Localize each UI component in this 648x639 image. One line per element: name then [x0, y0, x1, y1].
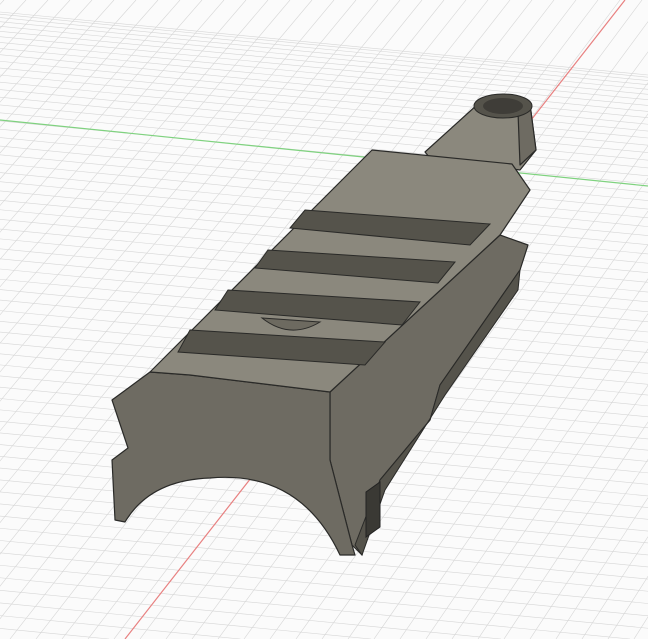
tube-bore [483, 98, 523, 114]
rail-mount-model[interactable] [0, 0, 648, 639]
cad-viewport[interactable] [0, 0, 648, 639]
logo-engraving [365, 481, 381, 538]
body-front-face [111, 371, 356, 556]
